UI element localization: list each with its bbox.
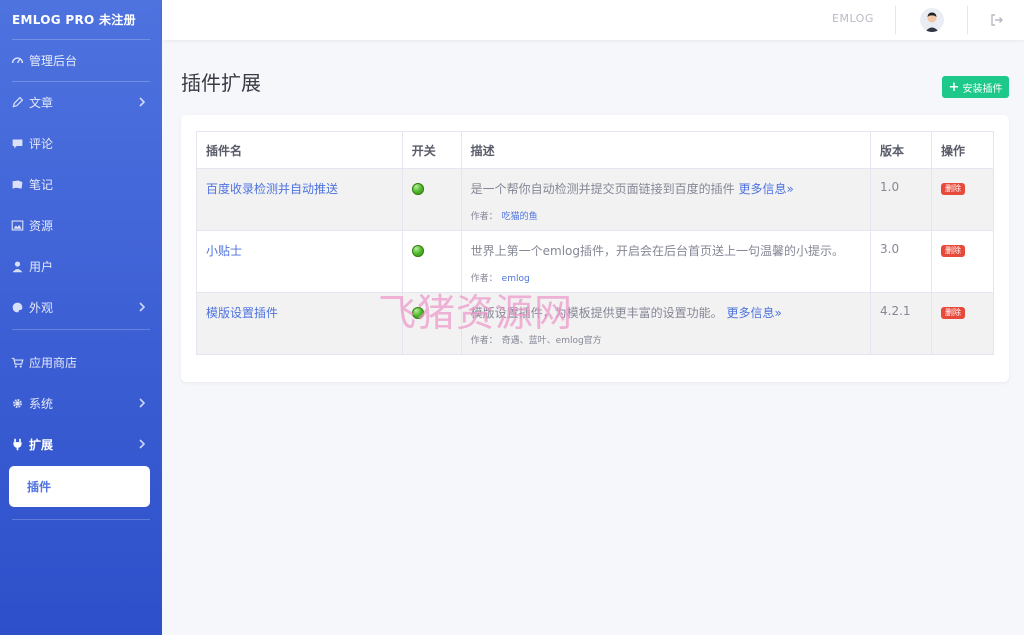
sidebar-item-comments[interactable]: 评论 <box>0 123 162 164</box>
author-link[interactable]: 吃猫的鱼 <box>502 212 538 222</box>
author-link[interactable]: emlog <box>502 274 530 284</box>
sidebar-item-label: 文章 <box>29 96 54 110</box>
chevron-right-icon <box>139 398 146 408</box>
plugin-description-cell: 世界上第一个emlog插件，开启会在后台首页送上一句温馨的小提示。 作者： eml… <box>460 230 872 293</box>
sidebar-item-resources[interactable]: 资源 <box>0 205 162 246</box>
plugin-switch-cell <box>401 292 462 355</box>
plugin-action-cell: 删除 <box>931 230 994 293</box>
plugin-switch-cell <box>401 168 462 231</box>
logout-icon[interactable] <box>989 12 1005 28</box>
plugin-table: 插件名 开关 描述 版本 操作 百度收录检测并自动推送 是一个帮你自动检测并提交… <box>196 131 994 355</box>
plugin-enabled-toggle[interactable] <box>411 307 424 319</box>
plugin-enabled-toggle[interactable] <box>411 245 424 257</box>
column-header-version: 版本 <box>870 131 932 169</box>
plugin-author: 作者： 奇遇、蓝叶、emlog官方 <box>471 333 861 346</box>
sidebar-item-dashboard[interactable]: 管理后台 <box>0 40 162 81</box>
plugin-table-card: 插件名 开关 描述 版本 操作 百度收录检测并自动推送 是一个帮你自动检测并提交… <box>181 115 1009 382</box>
sidebar-item-label: 用户 <box>29 260 54 274</box>
sidebar-item-label: 管理后台 <box>29 54 78 68</box>
chevron-right-icon <box>139 439 146 449</box>
topbar-divider <box>895 6 896 34</box>
author-label: 作者： <box>470 212 498 222</box>
plug-icon <box>10 438 24 452</box>
table-row: 小贴士 世界上第一个emlog插件，开启会在后台首页送上一句温馨的小提示。 作者… <box>196 230 994 293</box>
table-row: 百度收录检测并自动推送 是一个帮你自动检测并提交页面链接到百度的插件 更多信息»… <box>196 168 994 231</box>
page-title: 插件扩展 <box>181 71 261 95</box>
more-info-link[interactable]: 更多信息» <box>738 182 793 196</box>
topbar-site-link[interactable]: EMLOG <box>832 12 874 25</box>
install-plugin-label: 安装插件 <box>962 83 1003 95</box>
topbar: EMLOG <box>162 0 1024 40</box>
comment-icon <box>10 137 24 151</box>
plugin-description: 模版设置插件，为模板提供更丰富的设置功能。 <box>470 306 723 320</box>
sidebar-item-appearance[interactable]: 外观 <box>0 287 162 328</box>
cart-icon <box>10 356 24 370</box>
delete-button[interactable]: 删除 <box>941 307 965 319</box>
delete-button[interactable]: 删除 <box>941 245 965 257</box>
plugin-author: 作者： 吃猫的鱼 <box>471 209 861 222</box>
plugin-switch-cell <box>401 230 462 293</box>
install-plugin-button[interactable]: + 安装插件 <box>942 76 1009 98</box>
plus-icon: + <box>948 79 960 95</box>
gear-icon <box>10 397 24 411</box>
plugin-version-cell: 1.0 <box>870 168 932 231</box>
sidebar-item-label: 评论 <box>29 137 54 151</box>
plugin-name-link[interactable]: 模版设置插件 <box>206 306 278 320</box>
plugin-description-cell: 是一个帮你自动检测并提交页面链接到百度的插件 更多信息» 作者： 吃猫的鱼 <box>460 168 872 231</box>
sidebar-item-label: 资源 <box>29 219 54 233</box>
sidebar-item-label: 扩展 <box>29 438 54 452</box>
plugin-name-link[interactable]: 百度收录检测并自动推送 <box>206 182 338 196</box>
plugin-description: 世界上第一个emlog插件，开启会在后台首页送上一句温馨的小提示。 <box>470 244 845 258</box>
sidebar-item-system[interactable]: 系统 <box>0 383 162 424</box>
sidebar-item-label: 外观 <box>29 301 54 315</box>
plugin-name-cell: 模版设置插件 <box>196 292 403 355</box>
plugin-description-cell: 模版设置插件，为模板提供更丰富的设置功能。 更多信息» 作者： 奇遇、蓝叶、eml… <box>460 292 872 355</box>
plugin-name-cell: 小贴士 <box>196 230 403 293</box>
sidebar-divider <box>12 519 150 520</box>
table-header-row: 插件名 开关 描述 版本 操作 <box>196 131 994 169</box>
sidebar-item-extensions[interactable]: 扩展 <box>0 424 162 465</box>
plugin-name-cell: 百度收录检测并自动推送 <box>196 168 403 231</box>
plugin-name-link[interactable]: 小贴士 <box>206 244 242 258</box>
sidebar-item-app-store[interactable]: 应用商店 <box>0 342 162 383</box>
plugin-version-cell: 3.0 <box>870 230 932 293</box>
column-header-name: 插件名 <box>196 131 403 169</box>
table-row: 模版设置插件 模版设置插件，为模板提供更丰富的设置功能。 更多信息» 作者： 奇遇… <box>196 292 994 355</box>
column-header-description: 描述 <box>460 131 872 169</box>
topbar-divider <box>967 6 968 34</box>
plugin-author: 作者： emlog <box>471 271 861 284</box>
sidebar-item-notes[interactable]: 笔记 <box>0 164 162 205</box>
plugin-description: 是一个帮你自动检测并提交页面链接到百度的插件 <box>470 182 735 196</box>
image-icon <box>10 219 24 233</box>
delete-button[interactable]: 删除 <box>941 183 965 195</box>
sidebar: EMLOG PRO 未注册 管理后台 文章 评论 笔记 资源 用户 外观 应用商… <box>0 0 162 635</box>
sidebar-item-label: 应用商店 <box>29 356 78 370</box>
author-label: 作者： <box>470 336 498 346</box>
plugin-action-cell: 删除 <box>931 168 994 231</box>
column-header-action: 操作 <box>931 131 994 169</box>
user-icon <box>10 260 24 274</box>
author-name: 奇遇、蓝叶、emlog官方 <box>501 336 602 346</box>
user-avatar[interactable] <box>920 8 944 32</box>
sidebar-item-users[interactable]: 用户 <box>0 246 162 287</box>
sidebar-item-label: 笔记 <box>29 178 54 192</box>
note-icon <box>10 178 24 192</box>
sidebar-item-articles[interactable]: 文章 <box>0 82 162 123</box>
more-info-link[interactable]: 更多信息» <box>726 306 781 320</box>
author-label: 作者： <box>470 274 498 284</box>
plugin-action-cell: 删除 <box>931 292 994 355</box>
plugin-enabled-toggle[interactable] <box>411 183 424 195</box>
sidebar-subitem-plugins[interactable]: 插件 <box>9 466 150 507</box>
column-header-switch: 开关 <box>401 131 462 169</box>
dashboard-icon <box>10 54 24 68</box>
plugin-version-cell: 4.2.1 <box>870 292 932 355</box>
palette-icon <box>10 301 24 315</box>
sidebar-brand[interactable]: EMLOG PRO 未注册 <box>0 0 162 39</box>
pencil-icon <box>10 96 24 110</box>
chevron-right-icon <box>139 302 146 312</box>
sidebar-item-label: 系统 <box>29 397 54 411</box>
chevron-right-icon <box>139 97 146 107</box>
